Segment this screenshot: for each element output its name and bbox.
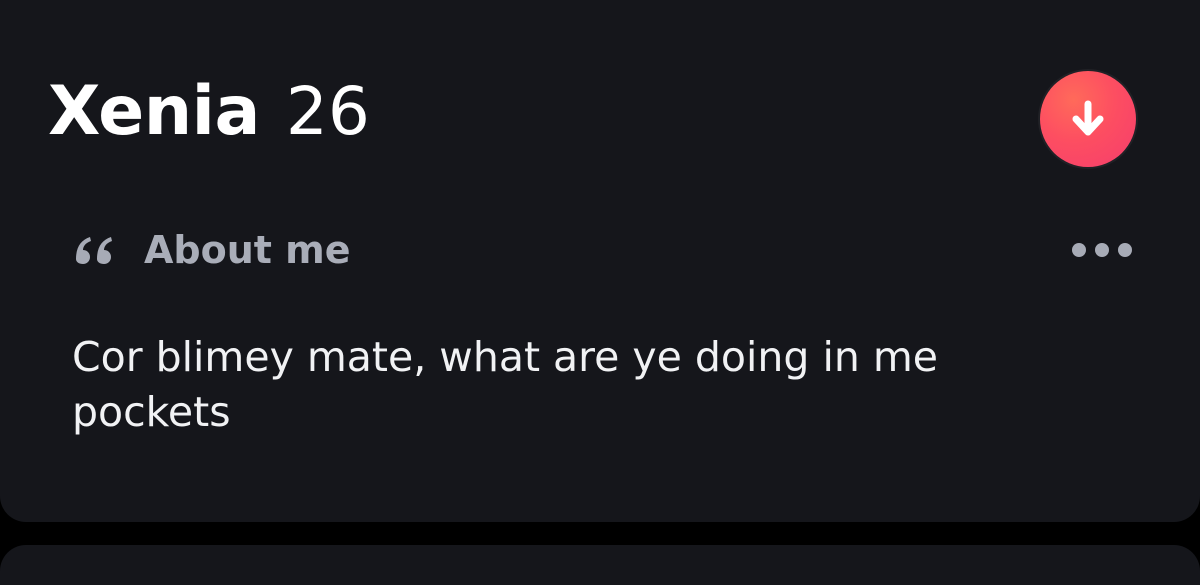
profile-age: 26: [285, 73, 370, 150]
collapse-profile-button[interactable]: [1040, 71, 1136, 167]
arrow-down-icon: [1072, 100, 1104, 136]
profile-name: Xenia: [48, 72, 260, 151]
more-dots-icon: [1095, 243, 1109, 257]
quote-icon: [72, 226, 120, 274]
more-dots-icon: [1072, 243, 1086, 257]
name-age-row: Xenia 26: [48, 72, 370, 151]
profile-card: Xenia 26 About me Cor blimey mate, what …: [0, 0, 1200, 522]
more-options-button[interactable]: [1072, 236, 1132, 264]
bio-text: Cor blimey mate, what are ye doing in me…: [72, 333, 939, 436]
section-title: About me: [144, 228, 351, 272]
next-card-edge: [0, 545, 1200, 585]
more-dots-icon: [1118, 243, 1132, 257]
about-me-header: About me: [72, 226, 351, 274]
